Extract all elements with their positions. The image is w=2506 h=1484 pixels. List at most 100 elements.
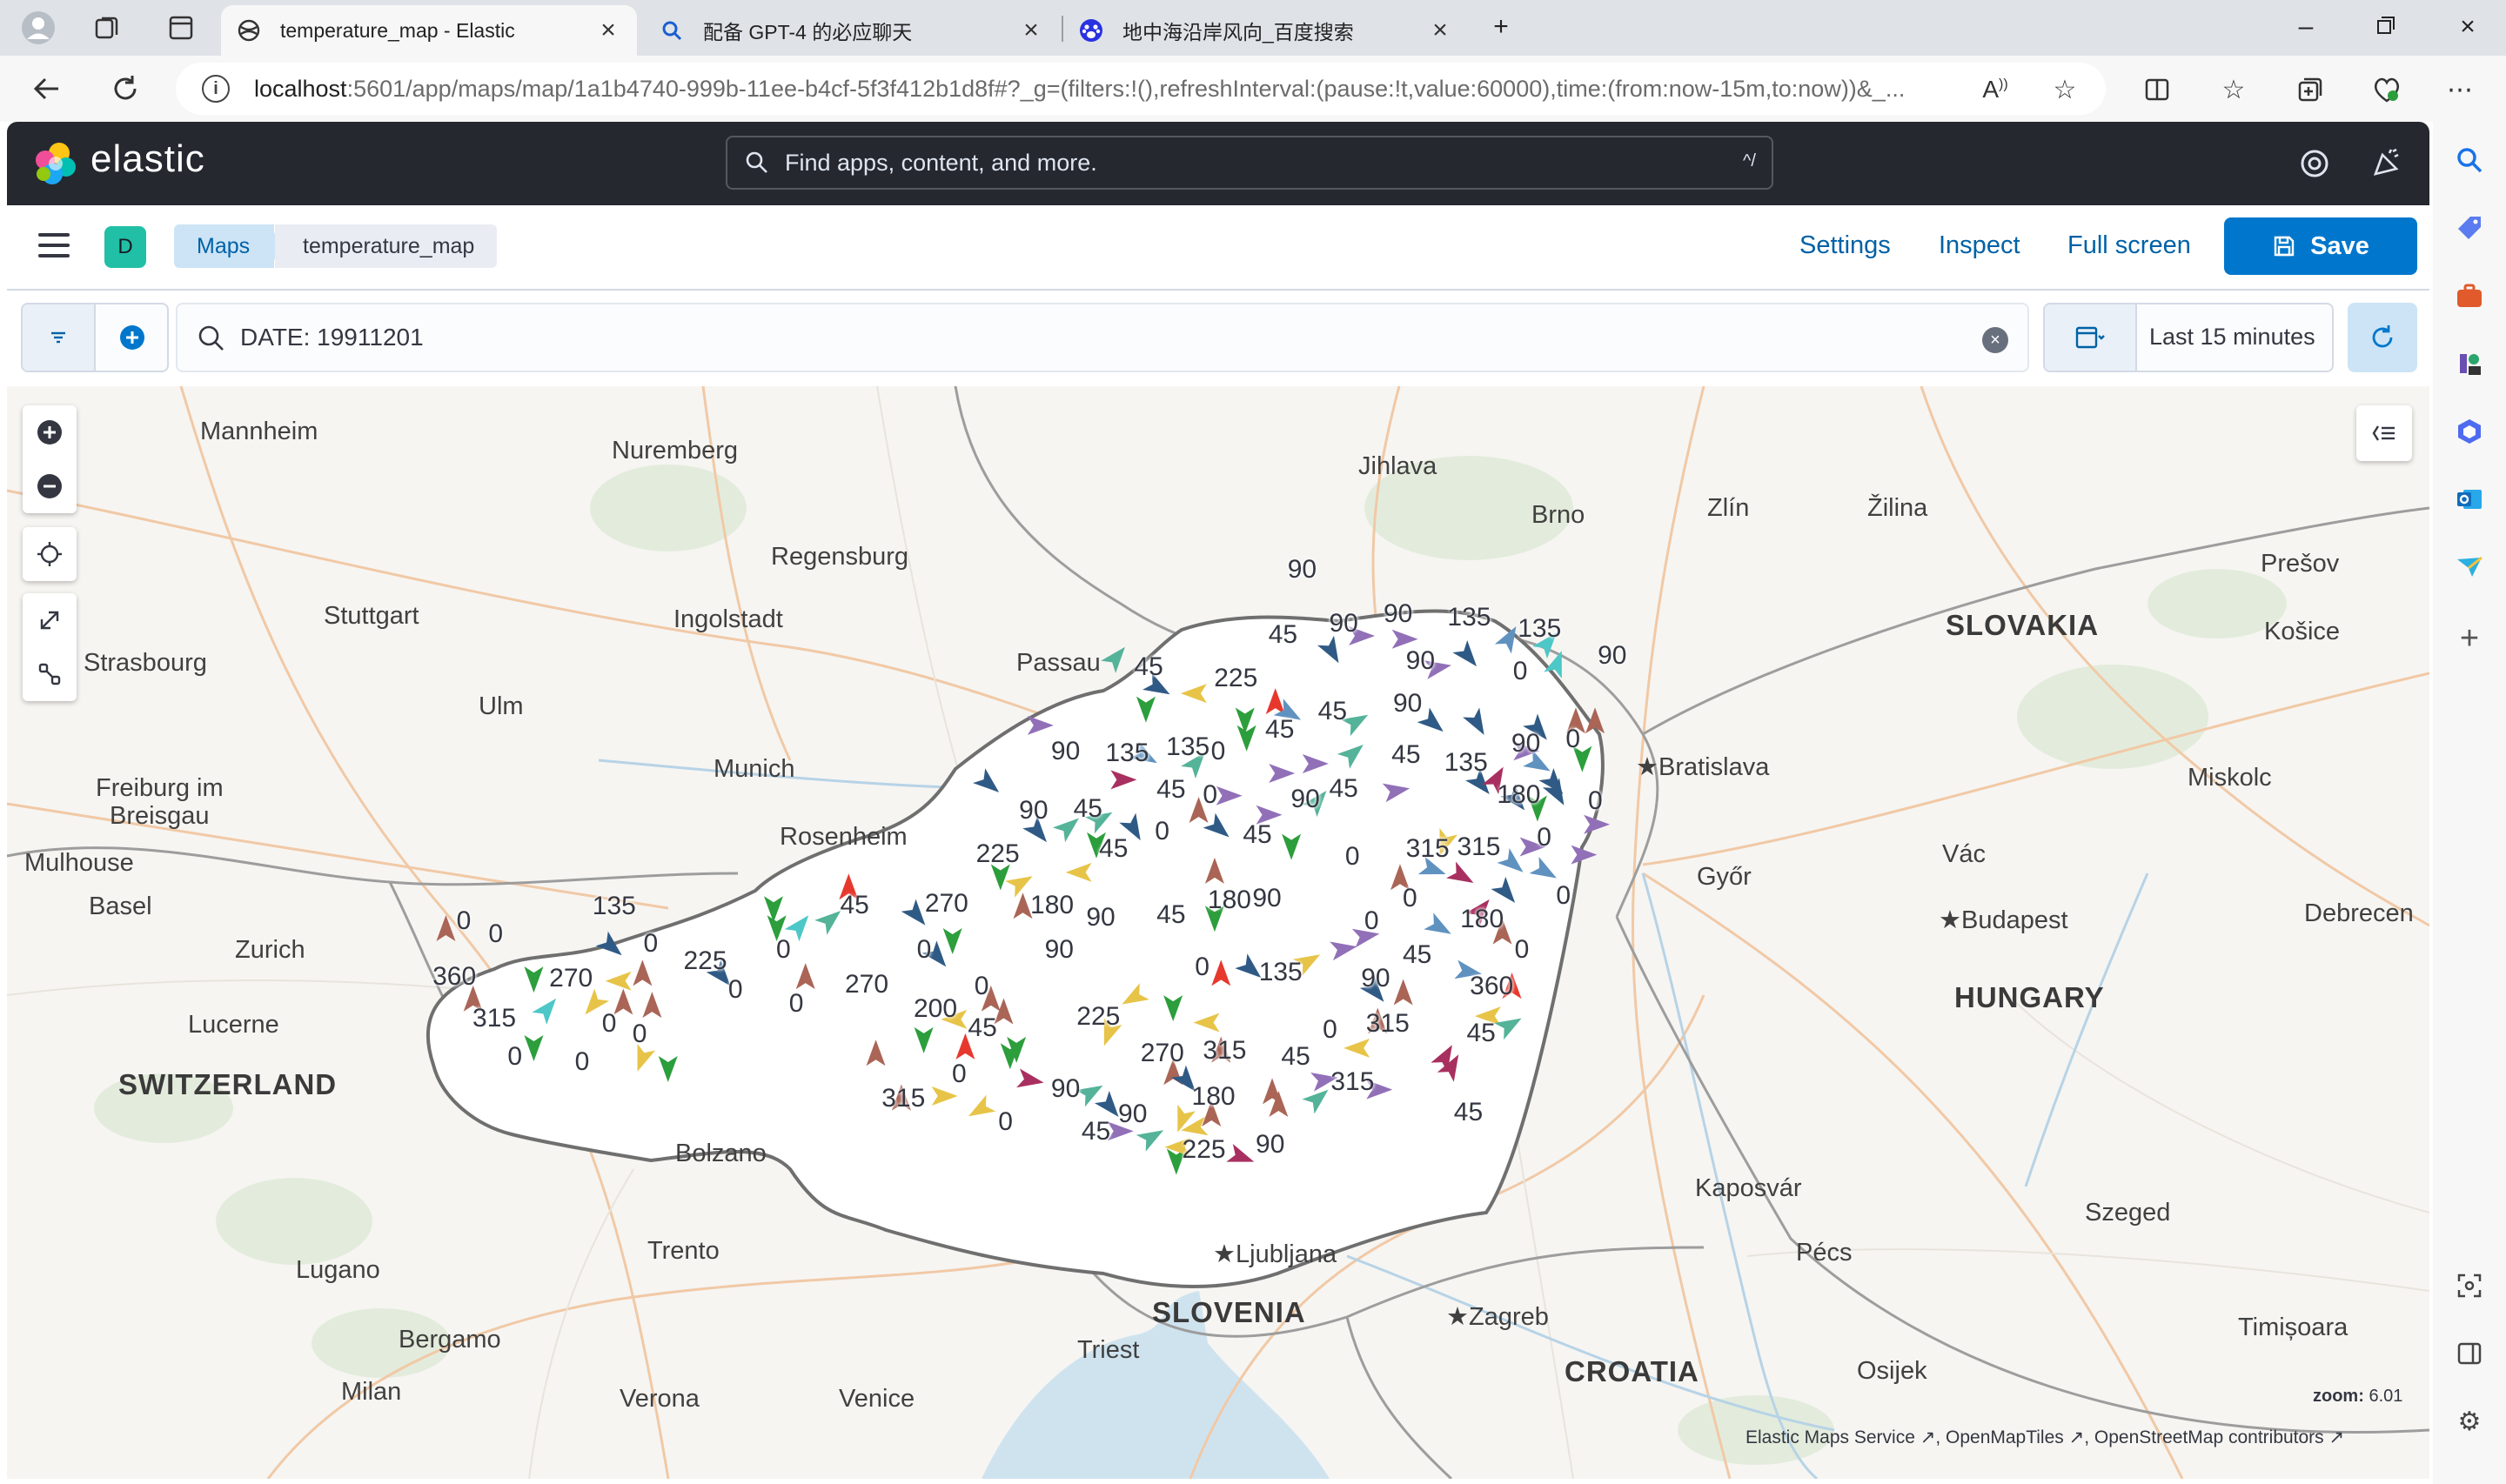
wind-direction-label[interactable]: 225 (1214, 664, 1257, 693)
wind-direction-label[interactable]: 0 (728, 975, 743, 1005)
wind-direction-label[interactable]: 45 (968, 1013, 996, 1043)
wind-direction-label[interactable]: 45 (1082, 1117, 1110, 1146)
wind-direction-label[interactable]: 0 (1345, 842, 1360, 872)
wind-direction-label[interactable]: 0 (917, 935, 932, 965)
wind-direction-label[interactable]: 0 (1364, 906, 1379, 936)
map-canvas[interactable]: Mannheim Nuremberg Jihlava Brno Zlín Žil… (7, 386, 2429, 1479)
wind-direction-label[interactable]: 45 (1074, 794, 1102, 824)
hamburger-menu-icon[interactable] (38, 233, 70, 259)
shopping-tag-icon[interactable] (2449, 207, 2490, 249)
wind-direction-label[interactable]: 90 (1256, 1130, 1284, 1160)
wind-direction-label[interactable]: 90 (1330, 609, 1358, 638)
microsoft-365-icon[interactable] (2449, 411, 2490, 452)
refresh-button[interactable] (2348, 303, 2417, 372)
wind-direction-label[interactable]: 225 (976, 839, 1020, 869)
reload-icon[interactable] (104, 68, 146, 110)
wind-direction-label[interactable]: 90 (1384, 599, 1412, 629)
wind-direction-label[interactable]: 225 (1076, 1002, 1120, 1032)
wind-direction-label[interactable]: 90 (1393, 689, 1422, 719)
wind-direction-label[interactable]: 45 (1330, 774, 1358, 804)
wind-direction-label[interactable]: 270 (549, 964, 593, 993)
new-tab-button[interactable]: + (1475, 7, 1527, 47)
wind-direction-label[interactable]: 315 (881, 1084, 925, 1113)
wind-direction-label[interactable]: 0 (488, 919, 503, 949)
wind-direction-label[interactable]: 0 (952, 1060, 967, 1089)
wind-direction-label[interactable]: 225 (1183, 1135, 1226, 1165)
wind-direction-label[interactable]: 0 (1211, 737, 1226, 766)
wind-direction-label[interactable]: 0 (1565, 725, 1580, 754)
breadcrumb-maps[interactable]: Maps (174, 224, 275, 268)
wind-direction-label[interactable]: 45 (1403, 940, 1431, 970)
search-icon[interactable] (2449, 139, 2490, 181)
date-picker[interactable]: Last 15 minutes (2043, 303, 2334, 372)
wind-direction-label[interactable]: 90 (1051, 1074, 1080, 1104)
wind-direction-label[interactable]: 90 (1361, 964, 1390, 993)
crosshair-icon[interactable] (23, 527, 77, 581)
wind-direction-label[interactable]: 0 (998, 1107, 1013, 1137)
restore-button[interactable] (2360, 7, 2412, 47)
wind-direction-label[interactable]: 270 (925, 889, 968, 919)
calendar-icon[interactable] (2045, 304, 2137, 371)
workspaces-icon[interactable] (87, 7, 129, 49)
settings-link[interactable]: Settings (1799, 231, 1891, 260)
wind-direction-label[interactable]: 315 (1406, 834, 1450, 864)
wind-direction-label[interactable]: 0 (1195, 953, 1209, 982)
wind-direction-label[interactable]: 0 (1537, 823, 1551, 852)
wind-direction-label[interactable]: 180 (1030, 891, 1074, 920)
wind-direction-label[interactable]: 0 (1588, 786, 1603, 816)
close-tab-icon[interactable]: × (1427, 16, 1453, 45)
wind-direction-label[interactable]: 90 (1252, 884, 1281, 913)
tab-baidu-search[interactable]: 地中海沿岸风向_百度搜索 × (1063, 5, 1469, 56)
tab-bing-chat[interactable]: 配备 GPT-4 的必应聊天 × (644, 5, 1060, 56)
site-info-icon[interactable]: i (202, 75, 230, 103)
tools-briefcase-icon[interactable] (2449, 275, 2490, 317)
wind-direction-label[interactable]: 135 (1447, 603, 1491, 632)
wind-direction-label[interactable]: 90 (1019, 796, 1048, 826)
wind-direction-label[interactable]: 0 (575, 1047, 590, 1077)
url-field[interactable]: i localhost:5601/app/maps/map/1a1b4740-9… (176, 63, 2106, 115)
wind-direction-label[interactable]: 45 (1466, 1019, 1495, 1048)
wind-direction-label[interactable]: 0 (457, 906, 472, 936)
layer-control-icon[interactable] (2356, 405, 2412, 461)
wind-direction-label[interactable]: 0 (1155, 817, 1169, 846)
clear-query-icon[interactable]: × (1982, 327, 2008, 353)
wind-direction-label[interactable]: 90 (1045, 935, 1074, 965)
wind-direction-label[interactable]: 315 (1203, 1036, 1246, 1066)
read-aloud-icon[interactable]: A)) (1977, 71, 2014, 108)
wind-direction-label[interactable]: 180 (1460, 905, 1504, 934)
wind-direction-label[interactable]: 0 (776, 935, 791, 965)
wind-direction-label[interactable]: 0 (789, 989, 804, 1019)
settings-gear-icon[interactable]: ⚙ (2449, 1400, 2490, 1442)
wind-direction-label[interactable]: 0 (1403, 884, 1417, 913)
add-sidebar-app-icon[interactable]: + (2449, 618, 2490, 659)
help-icon[interactable] (2297, 146, 2332, 181)
wind-direction-label[interactable]: 45 (1269, 620, 1297, 650)
wind-direction-label[interactable]: 90 (1290, 785, 1319, 814)
close-tab-icon[interactable]: × (595, 16, 621, 45)
draw-tool-icon[interactable] (23, 647, 77, 701)
wind-direction-label[interactable]: 90 (1086, 903, 1115, 933)
wind-direction-label[interactable]: 135 (1105, 739, 1149, 768)
wind-direction-label[interactable]: 180 (1208, 886, 1251, 915)
zoom-in-icon[interactable] (23, 405, 77, 459)
wind-direction-label[interactable]: 315 (1457, 832, 1500, 862)
wind-direction-label[interactable]: 0 (1515, 935, 1530, 965)
wind-direction-label[interactable]: 180 (1192, 1082, 1236, 1112)
wind-direction-label[interactable]: 315 (472, 1004, 516, 1033)
collections-icon[interactable] (2292, 71, 2328, 108)
back-icon[interactable] (26, 68, 68, 110)
wind-direction-label[interactable]: 270 (845, 970, 888, 999)
tab-temperature-map[interactable]: temperature_map - Elastic × (221, 5, 637, 56)
more-menu-icon[interactable]: ⋯ (2442, 71, 2478, 108)
sidebar-toggle-icon[interactable] (2449, 1333, 2490, 1374)
query-input[interactable]: DATE: 19911201 × (176, 303, 2029, 372)
wind-direction-label[interactable]: 200 (914, 994, 957, 1024)
wind-direction-label[interactable]: 45 (1156, 775, 1185, 805)
wind-direction-label[interactable]: 45 (1391, 740, 1420, 770)
wind-direction-label[interactable]: 90 (1598, 641, 1626, 671)
wind-direction-label[interactable]: 45 (1265, 715, 1294, 745)
wind-direction-label[interactable]: 90 (1288, 555, 1317, 585)
close-window-button[interactable]: × (2442, 7, 2494, 47)
inspect-link[interactable]: Inspect (1939, 231, 2020, 260)
wind-direction-label[interactable]: 90 (1118, 1100, 1147, 1129)
